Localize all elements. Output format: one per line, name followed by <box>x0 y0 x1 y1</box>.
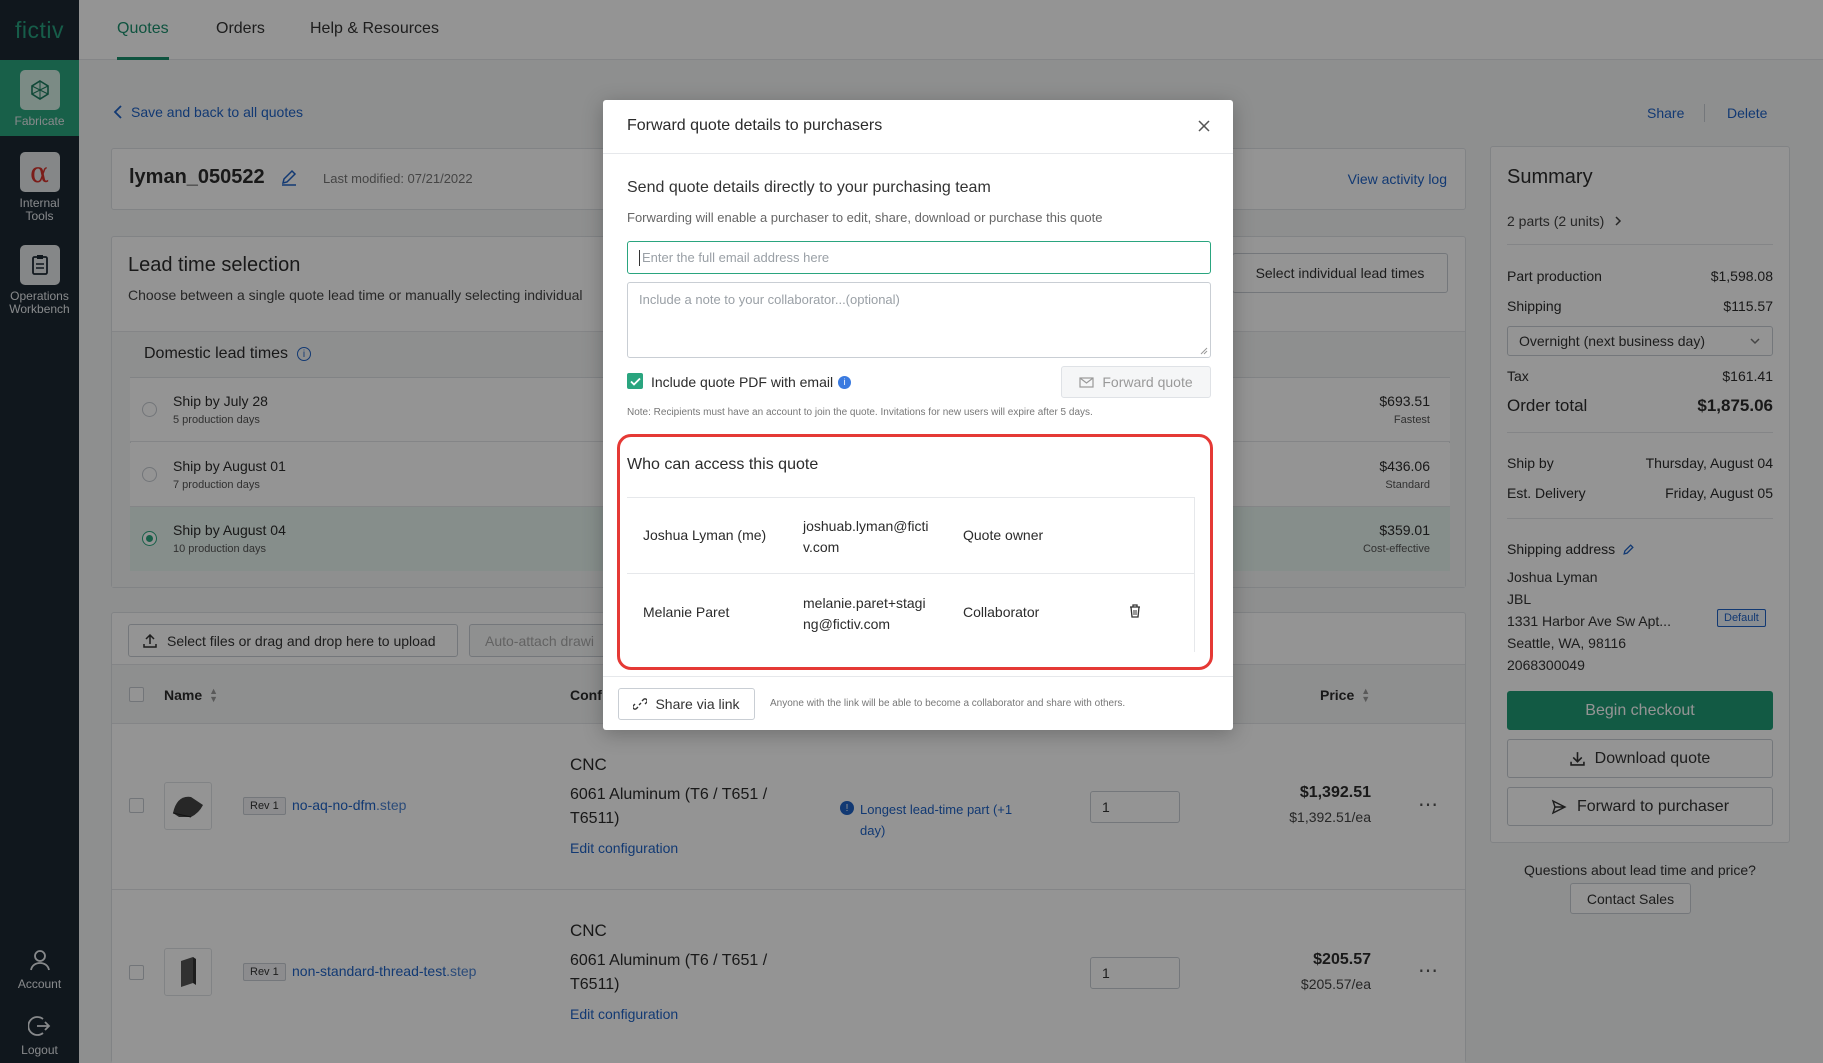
modal-header: Forward quote details to purchasers <box>603 100 1233 154</box>
person-role: Quote owner <box>963 527 1044 543</box>
share-link-note: Anyone with the link will be able to bec… <box>770 698 1126 709</box>
person-email: melanie.paret+stagi ng@fictiv.com <box>803 593 926 635</box>
note-textarea[interactable]: Include a note to your collaborator...(o… <box>627 282 1211 358</box>
trash-icon[interactable] <box>1129 604 1141 618</box>
info-filled-icon[interactable]: i <box>838 375 852 389</box>
person-email-line: melanie.paret+stagi <box>803 595 926 611</box>
email-placeholder: Enter the full email address here <box>642 250 830 265</box>
forward-quote-label: Forward quote <box>1102 374 1193 390</box>
check-icon <box>629 377 641 386</box>
forward-quote-modal: Forward quote details to purchasers Send… <box>603 100 1233 730</box>
note-placeholder: Include a note to your collaborator...(o… <box>639 292 900 307</box>
email-field[interactable]: Enter the full email address here <box>627 241 1211 274</box>
recipients-note: Note: Recipients must have an account to… <box>627 407 1093 418</box>
text-cursor <box>639 249 640 266</box>
modal-heading: Send quote details directly to your purc… <box>627 179 991 196</box>
modal-description: Forwarding will enable a purchaser to ed… <box>627 210 1103 225</box>
access-row-owner: Joshua Lyman (me) joshuab.lyman@ficti v.… <box>627 498 1195 574</box>
person-email-line: joshuab.lyman@ficti <box>803 518 929 534</box>
access-title: Who can access this quote <box>627 456 819 473</box>
person-role: Collaborator <box>963 604 1040 620</box>
include-pdf-checkbox[interactable] <box>627 373 643 389</box>
close-icon[interactable] <box>1197 119 1211 133</box>
share-via-link-label: Share via link <box>655 696 740 712</box>
person-email: joshuab.lyman@ficti v.com <box>803 516 929 558</box>
include-pdf-label: Include quote PDF with email <box>651 374 834 390</box>
person-name: Melanie Paret <box>643 604 730 620</box>
person-email-line: ng@fictiv.com <box>803 616 891 632</box>
share-via-link-button[interactable]: Share via link <box>618 688 755 720</box>
include-pdf-row: Include quote PDF with email i <box>651 374 852 390</box>
person-name: Joshua Lyman (me) <box>643 527 767 543</box>
mail-icon <box>1079 376 1094 388</box>
resize-handle-icon[interactable] <box>1200 347 1208 355</box>
divider <box>603 676 1233 677</box>
access-row-collaborator: Melanie Paret melanie.paret+stagi ng@fic… <box>627 575 1195 652</box>
modal-title: Forward quote details to purchasers <box>627 117 883 134</box>
link-icon <box>633 698 648 710</box>
person-email-line: v.com <box>803 539 840 555</box>
forward-quote-button[interactable]: Forward quote <box>1061 366 1211 398</box>
